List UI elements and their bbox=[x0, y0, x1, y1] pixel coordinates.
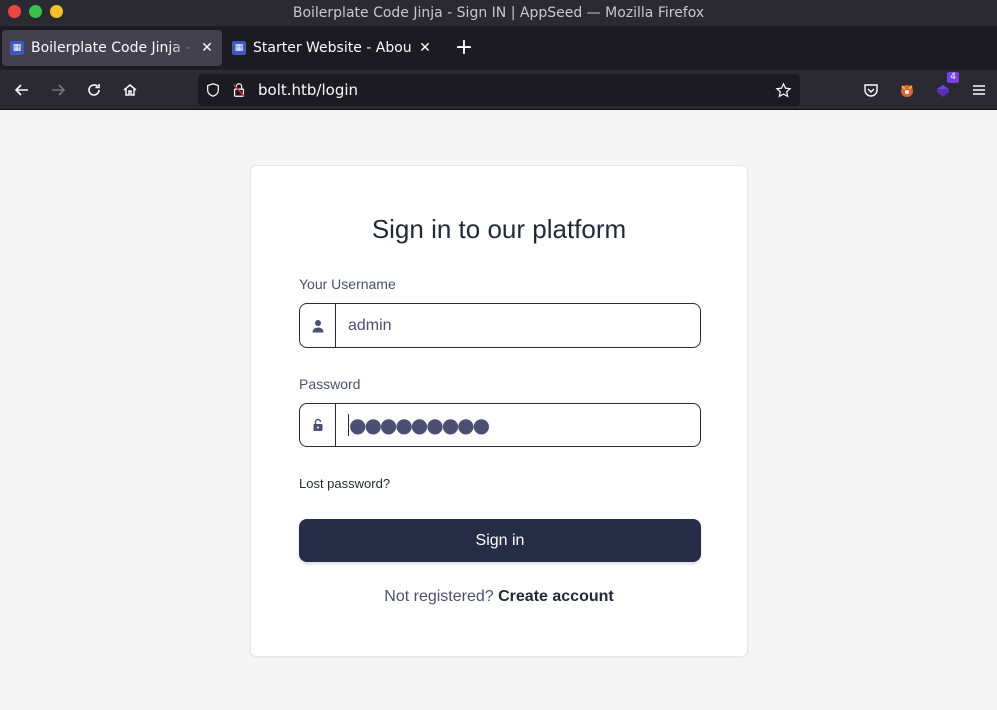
username-input-group bbox=[299, 303, 701, 348]
window-controls bbox=[8, 5, 63, 18]
navigation-toolbar: bolt.htb/login 4 bbox=[0, 70, 997, 110]
reload-icon bbox=[88, 83, 100, 96]
tab-label: Boilerplate Code Jinja - Sign IN | AppSe… bbox=[31, 40, 194, 56]
close-tab-icon[interactable]: ✕ bbox=[200, 40, 214, 56]
pocket-button[interactable] bbox=[853, 74, 889, 106]
tab-label: Starter Website - About bbox=[253, 40, 412, 56]
tracking-protection-shield-icon[interactable] bbox=[204, 81, 222, 99]
username-input[interactable] bbox=[336, 304, 700, 347]
hamburger-menu-icon bbox=[973, 85, 985, 95]
extension-button[interactable]: 4 bbox=[925, 72, 961, 106]
sign-in-button[interactable]: Sign in bbox=[299, 519, 701, 562]
toolbar-right: 4 bbox=[853, 72, 997, 106]
app-menu-button[interactable] bbox=[961, 74, 997, 106]
login-card: Sign in to our platform Your Username Pa… bbox=[250, 165, 748, 657]
site-favicon-icon: ▦ bbox=[10, 41, 24, 55]
close-tab-icon[interactable]: ✕ bbox=[418, 40, 432, 56]
register-prompt: Not registered? Create account bbox=[251, 588, 747, 606]
site-favicon-icon: ▦ bbox=[232, 41, 246, 55]
reload-button[interactable] bbox=[76, 74, 112, 106]
foxyproxy-extension-button[interactable] bbox=[889, 74, 925, 106]
user-icon bbox=[300, 304, 336, 347]
extension-badge: 4 bbox=[947, 72, 959, 83]
fox-extension-icon bbox=[901, 85, 913, 97]
close-window-button[interactable] bbox=[8, 5, 21, 18]
extension-puzzle-icon bbox=[937, 85, 949, 97]
maximize-window-button[interactable] bbox=[29, 5, 42, 18]
password-input-group: ●●●●●●●●● bbox=[299, 403, 701, 447]
minimize-window-button[interactable] bbox=[50, 5, 63, 18]
tab-strip: ▦ Boilerplate Code Jinja - Sign IN | App… bbox=[0, 26, 997, 70]
page-viewport: Sign in to our platform Your Username Pa… bbox=[0, 111, 997, 710]
tab-starter-about[interactable]: ▦ Starter Website - About ✕ bbox=[224, 30, 440, 66]
page-title: Sign in to our platform bbox=[371, 214, 627, 244]
password-mask: ●●●●●●●●● bbox=[349, 413, 490, 437]
forward-button[interactable] bbox=[40, 74, 76, 106]
tab-boilerplate-login[interactable]: ▦ Boilerplate Code Jinja - Sign IN | App… bbox=[2, 30, 222, 66]
back-button[interactable] bbox=[4, 74, 40, 106]
window-titlebar: Boilerplate Code Jinja - Sign IN | AppSe… bbox=[0, 0, 997, 26]
home-button[interactable] bbox=[112, 74, 148, 106]
url-text: bolt.htb/login bbox=[258, 81, 359, 99]
home-icon bbox=[123, 83, 137, 96]
window-title: Boilerplate Code Jinja - Sign IN | AppSe… bbox=[292, 5, 705, 21]
insecure-lock-icon[interactable] bbox=[230, 81, 248, 99]
create-account-link[interactable]: Create account bbox=[498, 588, 614, 605]
unlock-icon bbox=[300, 404, 336, 446]
pocket-icon bbox=[864, 84, 878, 97]
password-input[interactable]: ●●●●●●●●● bbox=[336, 404, 700, 446]
username-label: Your Username bbox=[299, 276, 396, 292]
lost-password-link[interactable]: Lost password? bbox=[299, 476, 390, 491]
bookmark-star-icon[interactable] bbox=[774, 81, 792, 99]
url-bar[interactable]: bolt.htb/login bbox=[198, 74, 800, 106]
not-registered-text: Not registered? bbox=[384, 588, 494, 605]
new-tab-button[interactable]: + bbox=[452, 37, 476, 59]
arrow-left-icon bbox=[14, 83, 28, 96]
password-label: Password bbox=[299, 376, 361, 392]
arrow-right-icon bbox=[52, 83, 66, 96]
